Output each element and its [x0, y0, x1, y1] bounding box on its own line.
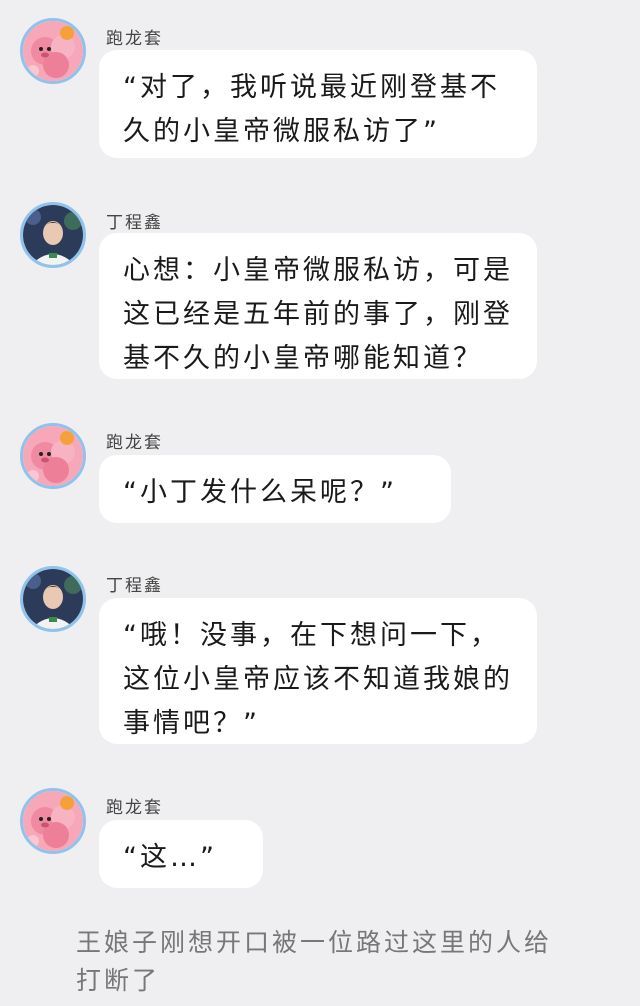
chat-screen: 跑龙套 “对了，我听说最近刚登基不久的小皇帝微服私访了” 丁程鑫 心想：小皇帝微… [0, 0, 640, 1006]
avatar[interactable] [20, 566, 86, 632]
pink-plush-avatar-icon [23, 426, 83, 486]
avatar[interactable] [20, 18, 86, 84]
message-bubble[interactable]: 心想：小皇帝微服私访，可是这已经是五年前的事了，刚登基不久的小皇帝哪能知道？ [99, 233, 537, 379]
avatar[interactable] [20, 423, 86, 489]
message-bubble[interactable]: “这…” [99, 820, 263, 888]
message-bubble[interactable]: “哦！没事，在下想问一下，这位小皇帝应该不知道我娘的事情吧？” [99, 598, 537, 744]
sender-name: 跑龙套 [106, 433, 163, 453]
sender-name: 丁程鑫 [106, 213, 163, 233]
avatar[interactable] [20, 202, 86, 268]
sender-name: 跑龙套 [106, 798, 163, 818]
boy-photo-avatar-icon [23, 205, 83, 265]
message-bubble[interactable]: “小丁发什么呆呢？” [99, 455, 451, 523]
pink-plush-avatar-icon [23, 21, 83, 81]
sender-name: 跑龙套 [106, 29, 163, 49]
pink-plush-avatar-icon [23, 791, 83, 851]
boy-photo-avatar-icon [23, 569, 83, 629]
message-bubble[interactable]: “对了，我听说最近刚登基不久的小皇帝微服私访了” [99, 50, 537, 158]
narration-text: 王娘子刚想开口被一位路过这里的人给打断了 [76, 928, 553, 995]
avatar[interactable] [20, 788, 86, 854]
sender-name: 丁程鑫 [106, 576, 163, 596]
